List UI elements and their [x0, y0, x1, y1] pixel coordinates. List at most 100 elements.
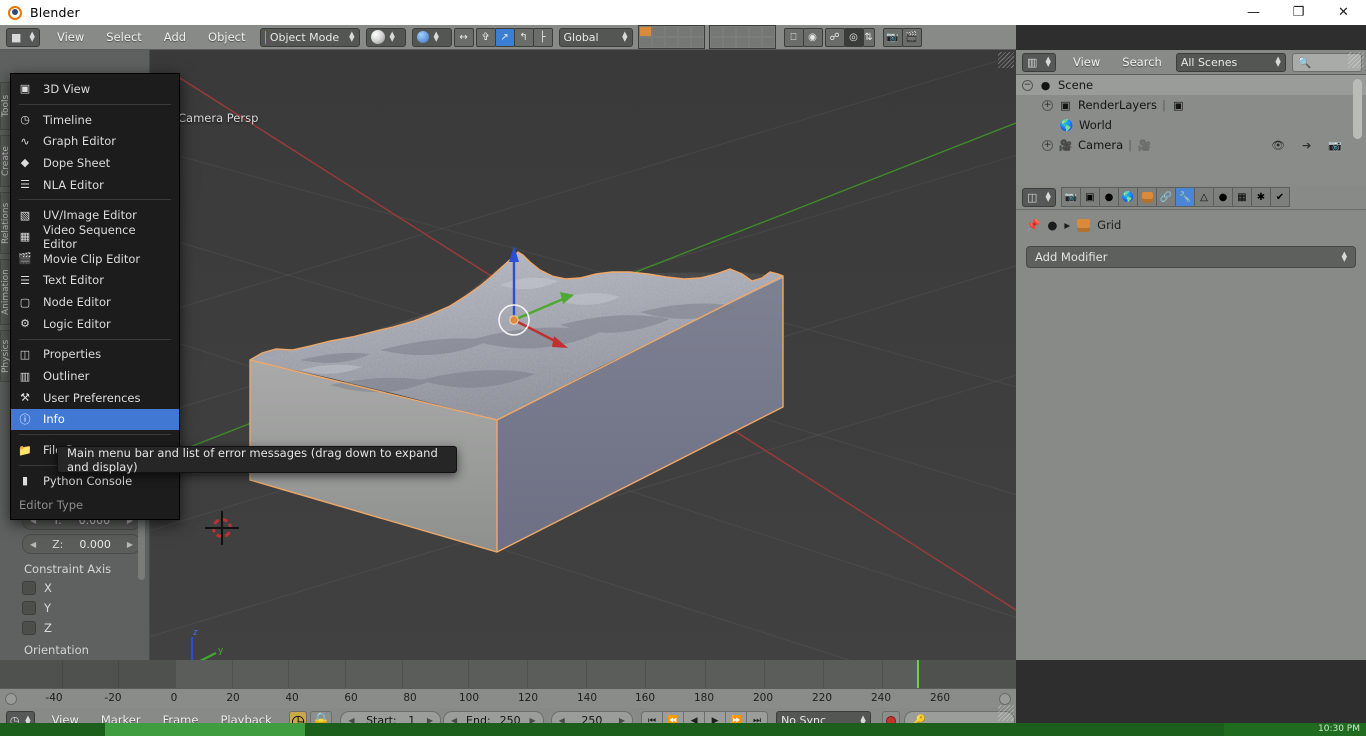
- add-modifier-button[interactable]: Add Modifier ▲▼: [1026, 246, 1356, 268]
- render-camera-icon[interactable]: 📷: [883, 28, 903, 47]
- outliner-row-world[interactable]: 🌎 World: [1016, 115, 1366, 135]
- menu-item-logic-editor-label: Logic Editor: [43, 317, 111, 331]
- menu-item-3d-view-label: 3D View: [43, 82, 90, 96]
- viewport-menu-select[interactable]: Select: [95, 25, 152, 50]
- render-animation-icon[interactable]: 🎬: [902, 28, 922, 47]
- tooltip-text: Main menu bar and list of error messages…: [67, 446, 447, 474]
- menu-item-outliner[interactable]: ▥ Outliner: [11, 365, 179, 387]
- timeline-corner-widget[interactable]: [998, 705, 1014, 721]
- operator-field-z[interactable]: ◀ Z: 0.000 ▶: [22, 534, 141, 554]
- proportional-edit-icon[interactable]: ◉: [803, 28, 823, 47]
- editor-type-selector-properties[interactable]: ◫ ▲▼: [1022, 188, 1056, 207]
- timeline-out-of-range-left: [0, 660, 176, 688]
- properties-tab-data[interactable]: △: [1194, 187, 1214, 207]
- operator-field-z-value: 0.000: [79, 538, 111, 551]
- viewport-shading-dropdown[interactable]: ▲▼: [366, 28, 406, 47]
- interaction-mode-dropdown[interactable]: Object Mode ▲▼: [260, 28, 360, 47]
- menu-item-info[interactable]: ⓘ Info: [11, 409, 179, 431]
- text-editor-icon: ☰: [17, 272, 33, 288]
- search-magnifier-icon: 🔍: [1298, 56, 1312, 69]
- eye-visibility-icon[interactable]: 👁: [1271, 139, 1285, 152]
- properties-tab-constraints[interactable]: 🔗: [1156, 187, 1176, 207]
- manipulator-extra-icon[interactable]: ├: [533, 28, 553, 47]
- properties-tab-modifiers[interactable]: 🔧: [1175, 187, 1195, 207]
- cursor-selectable-icon[interactable]: ➔: [1302, 139, 1311, 152]
- menu-item-movie-clip-editor[interactable]: 🎬 Movie Clip Editor: [11, 248, 179, 270]
- close-button[interactable]: ✕: [1321, 0, 1366, 25]
- scene-layers-grid-2[interactable]: [709, 25, 776, 49]
- viewport-menu-add[interactable]: Add: [153, 25, 197, 50]
- scene-layers-grid-1[interactable]: [638, 25, 705, 49]
- menu-item-text-editor[interactable]: ☰ Text Editor: [11, 270, 179, 292]
- menu-item-properties[interactable]: ◫ Properties: [11, 344, 179, 366]
- viewport-header: ■ ▲▼ View Select Add Object Object Mode …: [0, 25, 1016, 50]
- info-icon: ⓘ: [17, 411, 33, 427]
- transform-orientation-dropdown[interactable]: Global ▲▼: [559, 28, 633, 47]
- timeline-track-strip[interactable]: [0, 660, 1016, 688]
- outliner-corner-widget[interactable]: [1348, 52, 1364, 68]
- scale-manipulator-icon[interactable]: ↰: [514, 28, 534, 47]
- chevron-updown-icon[interactable]: ⇅: [863, 28, 875, 47]
- menu-item-graph-editor[interactable]: ∿ Graph Editor: [11, 130, 179, 152]
- menu-separator: [19, 199, 171, 200]
- viewport-corner-widget[interactable]: [998, 52, 1014, 68]
- properties-tab-particles[interactable]: ✱: [1251, 187, 1271, 207]
- expand-expander-icon[interactable]: +: [1042, 100, 1053, 111]
- outliner-menu-search[interactable]: Search: [1111, 50, 1173, 75]
- renderlayer-data-icon[interactable]: ▣: [1171, 98, 1186, 113]
- properties-tab-scene[interactable]: ●: [1099, 187, 1119, 207]
- maximize-button[interactable]: ❐: [1276, 0, 1321, 25]
- timeline-scroll-right-cap[interactable]: [999, 693, 1011, 705]
- collapse-expander-icon[interactable]: −: [1022, 80, 1033, 91]
- menu-item-node-editor[interactable]: ▢ Node Editor: [11, 291, 179, 313]
- pin-icon[interactable]: 📌: [1026, 218, 1040, 232]
- constraint-axis-z[interactable]: Z: [22, 621, 141, 635]
- properties-tab-render[interactable]: 📷: [1061, 187, 1081, 207]
- scene-icon[interactable]: ●: [1047, 218, 1057, 232]
- chevron-right-icon: ▶: [127, 540, 133, 549]
- rotate-manipulator-icon[interactable]: ↗: [495, 28, 515, 47]
- outliner-menu-view[interactable]: View: [1062, 50, 1111, 75]
- editor-type-selector-outliner[interactable]: ▥ ▲▼: [1022, 53, 1056, 72]
- taskbar-active-window-button[interactable]: [105, 723, 305, 736]
- manipulate-center-points-icon[interactable]: ↔: [454, 28, 474, 47]
- menu-separator: [19, 339, 171, 340]
- properties-tab-material[interactable]: ●: [1213, 187, 1233, 207]
- outliner-display-mode-dropdown[interactable]: All Scenes ▲▼: [1176, 53, 1286, 72]
- menu-item-timeline[interactable]: ◷ Timeline: [11, 109, 179, 131]
- expand-expander-icon[interactable]: +: [1042, 140, 1053, 151]
- magnet-snap-icon[interactable]: ☍: [825, 28, 845, 47]
- timeline-ruler[interactable]: -40 -20 0 20 40 60 80 100 120 140 160 18…: [0, 688, 1016, 708]
- viewport-menu-view[interactable]: View: [46, 25, 95, 50]
- camera-render-icon[interactable]: 📷: [1328, 139, 1342, 152]
- timeline-scroll-left-cap[interactable]: [5, 693, 17, 705]
- properties-tab-world[interactable]: 🌎: [1118, 187, 1138, 207]
- constraint-axis-x[interactable]: X: [22, 581, 141, 595]
- menu-item-dope-sheet[interactable]: ◆ Dope Sheet: [11, 152, 179, 174]
- menu-item-3d-view[interactable]: ▣ 3D View: [11, 78, 179, 100]
- outliner-row-scene[interactable]: − ● Scene: [1016, 75, 1366, 95]
- menu-item-user-preferences[interactable]: ⚒ User Preferences: [11, 387, 179, 409]
- properties-tab-render-layers[interactable]: ▣: [1080, 187, 1100, 207]
- properties-tab-physics[interactable]: ✔: [1270, 187, 1290, 207]
- viewport-menu-object[interactable]: Object: [197, 25, 256, 50]
- ruler-tick-60: 60: [344, 692, 357, 704]
- snap-vertex-icon[interactable]: ◎: [844, 28, 864, 47]
- camera-data-icon[interactable]: 🎥: [1137, 138, 1152, 153]
- constraint-axis-y[interactable]: Y: [22, 601, 141, 615]
- outliner-row-camera[interactable]: + 🎥 Camera | 🎥 👁 ➔ 📷: [1016, 135, 1366, 155]
- outliner-row-renderlayers[interactable]: + ▣ RenderLayers | ▣: [1016, 95, 1366, 115]
- outliner-scrollbar[interactable]: [1353, 79, 1362, 139]
- properties-tab-object[interactable]: [1137, 187, 1157, 207]
- translate-manipulator-icon[interactable]: ✞: [476, 28, 496, 47]
- properties-tab-texture[interactable]: ▦: [1232, 187, 1252, 207]
- menu-item-nla-editor[interactable]: ☰ NLA Editor: [11, 174, 179, 196]
- lock-to-scene-icon[interactable]: ⎕: [784, 28, 804, 47]
- pivot-point-dropdown[interactable]: ▲▼: [412, 28, 452, 47]
- menu-item-logic-editor[interactable]: ⚙ Logic Editor: [11, 313, 179, 335]
- minimize-button[interactable]: —: [1231, 0, 1276, 25]
- editor-type-selector-viewport[interactable]: ■ ▲▼: [6, 28, 40, 47]
- timeline-out-of-range-right: [919, 660, 1016, 688]
- menu-item-video-sequence-editor[interactable]: ▦ Video Sequence Editor: [11, 226, 179, 248]
- window-titlebar: Blender — ❐ ✕: [0, 0, 1366, 25]
